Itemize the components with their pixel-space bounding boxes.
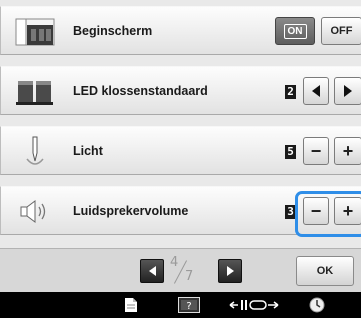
setting-row-beginscherm: Beginscherm ON OFF xyxy=(0,6,361,55)
right-arrow-icon xyxy=(226,266,234,276)
settings-icon[interactable]: ? xyxy=(172,292,206,318)
spool-stand-led-icon xyxy=(13,75,57,108)
left-arrow-icon xyxy=(312,85,320,97)
setting-label: Licht xyxy=(73,144,103,158)
page-total: 7 xyxy=(185,269,194,284)
increase-arrow-button[interactable] xyxy=(334,77,361,105)
decrease-arrow-button[interactable] xyxy=(303,77,329,105)
next-page-button[interactable] xyxy=(218,259,242,283)
page-indicator: 4 7 xyxy=(168,255,212,289)
increase-button[interactable]: + xyxy=(334,137,361,165)
setting-row-led-klossenstandaard: LED klossenstandaard 2 xyxy=(0,66,361,115)
on-button[interactable]: ON xyxy=(275,17,315,45)
bottom-taskbar: ? xyxy=(0,292,361,318)
setting-row-licht: Licht 5 − + xyxy=(0,126,361,175)
setting-value: 5 xyxy=(285,145,296,159)
svg-text:?: ? xyxy=(186,301,191,312)
volume-stepper-highlight xyxy=(295,191,361,237)
speaker-icon xyxy=(13,195,57,228)
page-footer: 4 7 OK xyxy=(0,248,361,292)
right-arrow-icon xyxy=(344,85,352,97)
presser-foot-icon[interactable] xyxy=(226,292,286,318)
ok-button[interactable]: OK xyxy=(296,256,354,286)
needle-light-icon xyxy=(13,135,57,168)
settings-screen: Beginscherm ON OFF LED klossenstandaard … xyxy=(0,0,361,318)
setting-label: LED klossenstandaard xyxy=(73,84,208,98)
setting-label: Luidsprekervolume xyxy=(73,204,189,218)
home-screen-icon xyxy=(13,15,57,48)
setting-label: Beginscherm xyxy=(73,24,153,38)
left-arrow-icon xyxy=(148,266,156,276)
previous-page-button[interactable] xyxy=(140,259,164,283)
page-icon[interactable] xyxy=(116,292,146,318)
decrease-button[interactable]: − xyxy=(303,137,329,165)
clock-icon[interactable] xyxy=(300,292,334,318)
setting-value: 2 xyxy=(285,85,296,99)
off-button[interactable]: OFF xyxy=(321,17,361,45)
page-current: 4 xyxy=(170,255,179,270)
